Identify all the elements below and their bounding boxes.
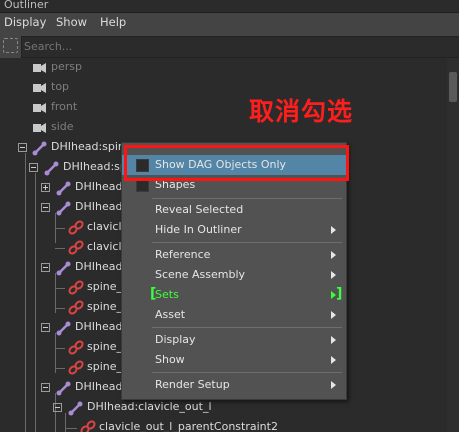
tree-row-side[interactable]: side (0, 118, 440, 138)
menu-item-label: Reference (155, 248, 211, 261)
constraint-icon (80, 420, 96, 432)
menu-item-asset[interactable]: Asset (122, 305, 346, 325)
constraint-icon (68, 280, 84, 295)
joint-icon (32, 141, 47, 156)
collapse-toggle-icon[interactable] (29, 163, 38, 172)
sets-right-bracket-icon: ] (336, 286, 343, 302)
collapse-toggle-icon[interactable] (41, 263, 50, 272)
annotation-text: 取消勾选 (249, 97, 354, 126)
submenu-arrow-icon (331, 251, 336, 259)
submenu-arrow-icon (331, 356, 336, 364)
vertical-scrollbar[interactable] (447, 58, 459, 432)
constraint-icon (68, 300, 84, 315)
joint-icon (44, 161, 59, 176)
menu-show[interactable]: Show (56, 15, 87, 29)
menu-item-label: Asset (155, 308, 186, 321)
camera-label: top (51, 80, 70, 93)
search-row (0, 35, 459, 59)
node-label: DHIhead:sp (63, 160, 127, 173)
menu-item-label: Reveal Selected (155, 203, 244, 216)
constraint-icon (68, 240, 84, 255)
menu-separator (152, 327, 342, 328)
menu-item-label: Display (155, 333, 196, 346)
constraint-icon (68, 360, 84, 375)
menu-item-label: Show (155, 353, 185, 366)
camera-label: side (51, 120, 74, 133)
menu-item-render-setup[interactable]: Render Setup (122, 375, 346, 395)
node-label: DHIhead:clavicle_out_l (87, 400, 212, 413)
search-input[interactable] (24, 38, 444, 54)
joint-icon (68, 401, 83, 416)
tree-row-constraint[interactable]: clavicle_out_l_parentConstraint2 (0, 418, 440, 432)
node-label: clavicle_out_l_parentConstraint2 (99, 420, 278, 432)
submenu-arrow-icon (331, 271, 336, 279)
collapse-toggle-icon[interactable] (41, 323, 50, 332)
menu-item-hide-in-outliner[interactable]: Hide In Outliner (122, 220, 346, 240)
joint-icon (56, 181, 71, 196)
menu-help[interactable]: Help (100, 15, 126, 29)
camera-icon (33, 103, 46, 113)
menu-item-label: Sets (155, 288, 179, 301)
constraint-icon (68, 220, 84, 235)
menu-item-reveal-selected[interactable]: Reveal Selected (122, 200, 346, 220)
menu-item-label: Hide In Outliner (155, 223, 242, 236)
tree-row-front[interactable]: front (0, 98, 440, 118)
menu-separator (152, 198, 342, 199)
constraint-icon (68, 340, 84, 355)
menu-item-show[interactable]: Show (122, 350, 346, 370)
camera-icon (33, 63, 46, 73)
menu-item-label: Scene Assembly (155, 268, 246, 281)
joint-icon (56, 201, 71, 216)
menu-item-reference[interactable]: Reference (122, 245, 346, 265)
submenu-arrow-icon (331, 311, 336, 319)
collapse-toggle-icon[interactable] (53, 403, 62, 412)
collapse-toggle-icon[interactable] (41, 383, 50, 392)
menu-separator (152, 372, 342, 373)
submenu-arrow-icon (331, 381, 336, 389)
joint-icon (56, 261, 71, 276)
menu-display[interactable]: Display (4, 15, 46, 29)
tree-row-persp[interactable]: persp (0, 58, 440, 78)
menu-item-scene-assembly[interactable]: Scene Assembly (122, 265, 346, 285)
menu-item-label: Render Setup (155, 378, 230, 391)
menu-bar: Display Show Help (0, 13, 459, 33)
camera-label: front (51, 100, 78, 113)
select-frame-icon[interactable] (3, 38, 18, 53)
menu-item-sets[interactable]: [ Sets ] (122, 285, 346, 305)
collapse-toggle-icon[interactable] (18, 143, 27, 152)
scrollbar-thumb[interactable] (449, 72, 457, 102)
annotation-highlight-box (124, 145, 349, 181)
menu-item-display[interactable]: Display (122, 330, 346, 350)
tree-row-top[interactable]: top (0, 78, 440, 98)
camera-icon (33, 123, 46, 133)
window-title: Outliner (4, 0, 49, 11)
submenu-arrow-icon (331, 226, 336, 234)
submenu-arrow-icon (331, 336, 336, 344)
tree-row-node[interactable]: DHIhead:clavicle_out_l (0, 398, 440, 418)
camera-icon (33, 83, 46, 93)
joint-icon (56, 381, 71, 396)
window-titlebar: Outliner (0, 0, 459, 13)
menu-separator (152, 242, 342, 243)
camera-label: persp (51, 60, 82, 73)
joint-icon (56, 321, 71, 336)
expand-toggle-icon[interactable] (41, 183, 50, 192)
collapse-toggle-icon[interactable] (41, 203, 50, 212)
